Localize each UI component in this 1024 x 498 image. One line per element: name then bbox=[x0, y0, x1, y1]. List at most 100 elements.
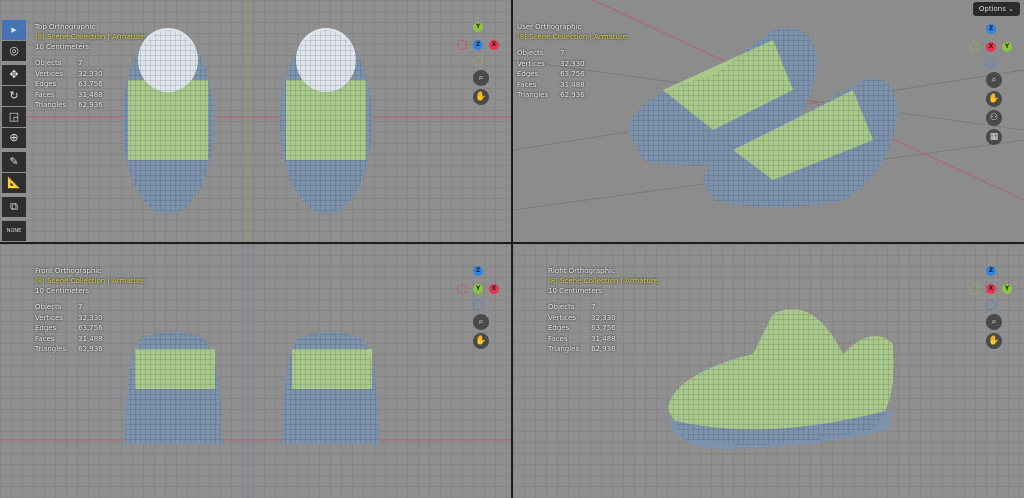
stat-value: 31,488 bbox=[78, 90, 103, 99]
axis-neg-z-icon[interactable] bbox=[986, 300, 996, 310]
axis-neg-z-icon[interactable] bbox=[986, 58, 996, 68]
navigation-gizmo[interactable]: ZXY bbox=[453, 264, 503, 314]
tool-shelf: ▸ ◎ ✥ ↻ ◲ ⊕ ✎ 📐 ⧉ NONE bbox=[2, 20, 26, 242]
stat-label: Faces bbox=[548, 334, 568, 343]
scene-stats: Objects 7 Vertices 32,330 Edges 63,756 Faces 31… bbox=[35, 302, 115, 355]
add-cube-tool[interactable]: ⧉ bbox=[2, 197, 26, 217]
stat-label: Objects bbox=[35, 303, 62, 311]
none-tool[interactable]: NONE bbox=[2, 221, 26, 241]
pan-hand-icon[interactable]: ✋ bbox=[473, 333, 489, 349]
stat-row-objects: Objects 7 bbox=[548, 302, 628, 313]
stat-value: 63,756 bbox=[78, 324, 103, 332]
stat-value: 63,756 bbox=[560, 70, 585, 78]
axis-y-icon[interactable]: Y bbox=[1002, 284, 1012, 294]
axis-z-icon[interactable]: Z bbox=[986, 266, 996, 276]
zoom-icon[interactable]: ⌕ bbox=[473, 70, 489, 86]
collection-label: (8) Scene Collection | Armature bbox=[517, 33, 628, 41]
camera-toggle-icon[interactable]: ⚇ bbox=[986, 110, 1002, 126]
pan-hand-icon[interactable]: ✋ bbox=[473, 89, 489, 105]
collection-label: (8) Scene Collection | Armature bbox=[548, 277, 659, 285]
stat-label: Edges bbox=[548, 324, 570, 332]
stat-label: Objects bbox=[517, 49, 544, 57]
stat-label: Vertices bbox=[35, 69, 63, 78]
stat-row-triangles: Triangles 62,936 bbox=[517, 90, 597, 101]
stat-label: Edges bbox=[517, 70, 539, 78]
viewport-top[interactable]: Top Orthographic (8) Scene Collection | A… bbox=[0, 0, 511, 242]
stat-row-edges: Edges 63,756 bbox=[35, 79, 115, 90]
axis-neg-z-icon[interactable] bbox=[473, 300, 483, 310]
stat-value: 62,936 bbox=[560, 91, 585, 99]
stat-row-vertices: Vertices 32,330 bbox=[517, 59, 597, 70]
stat-row-vertices: Vertices 32,330 bbox=[35, 313, 115, 324]
stat-value: 31,488 bbox=[78, 334, 103, 343]
axis-x-icon[interactable]: X bbox=[986, 284, 996, 294]
stat-value: 32,330 bbox=[591, 313, 616, 322]
stat-row-faces: Faces 31,488 bbox=[548, 334, 628, 345]
stat-value: 62,936 bbox=[78, 345, 103, 353]
stat-label: Objects bbox=[35, 59, 62, 67]
axis-y-icon[interactable]: Y bbox=[473, 22, 483, 32]
grid-toggle-icon[interactable]: ▦ bbox=[986, 129, 1002, 145]
grid-scale: 10 Centimeters bbox=[35, 43, 90, 51]
stat-label: Edges bbox=[35, 80, 57, 88]
transform-tool[interactable]: ⊕ bbox=[2, 128, 26, 148]
viewport-front[interactable]: Front Orthographic (8) Scene Collection |… bbox=[0, 244, 511, 498]
zoom-icon[interactable]: ⌕ bbox=[986, 72, 1002, 88]
stat-row-faces: Faces 31,488 bbox=[35, 334, 115, 345]
move-tool[interactable]: ✥ bbox=[2, 65, 26, 85]
navigation-gizmo[interactable]: YXZ bbox=[453, 20, 503, 70]
scene-stats: Objects 7 Vertices 32,330 Edges 63,756 Faces 31… bbox=[35, 58, 115, 111]
zoom-icon[interactable]: ⌕ bbox=[986, 314, 1002, 330]
stat-value: 63,756 bbox=[591, 324, 616, 332]
measure-tool[interactable]: 📐 bbox=[2, 173, 26, 193]
pan-hand-icon[interactable]: ✋ bbox=[986, 91, 1002, 107]
stat-row-faces: Faces 31,488 bbox=[517, 80, 597, 91]
select-box-tool[interactable]: ▸ bbox=[2, 20, 26, 40]
zoom-icon[interactable]: ⌕ bbox=[473, 314, 489, 330]
axis-neg-x-icon[interactable] bbox=[457, 284, 467, 294]
navigation-gizmo[interactable]: ZYX bbox=[966, 22, 1016, 72]
scene-stats: Objects 7 Vertices 32,330 Edges 63,756 Faces 31… bbox=[517, 48, 597, 101]
stat-value: 7 bbox=[591, 303, 596, 311]
axis-neg-x-icon[interactable] bbox=[457, 40, 467, 50]
stat-label: Triangles bbox=[548, 345, 580, 353]
scale-tool[interactable]: ◲ bbox=[2, 107, 26, 127]
shoe-right-front bbox=[282, 331, 379, 444]
axis-z-icon[interactable]: Z bbox=[473, 40, 483, 50]
view-title: Right Orthographic bbox=[548, 267, 615, 275]
axis-neg-y-icon[interactable] bbox=[970, 42, 980, 52]
viewport-info-overlay: Top Orthographic (8) Scene Collection | A… bbox=[35, 22, 145, 111]
axis-x-icon[interactable]: X bbox=[489, 40, 499, 50]
viewport-user[interactable]: Options ⌄ User Orthographic (8) Scene Col… bbox=[513, 0, 1024, 242]
stat-value: 32,330 bbox=[560, 59, 585, 68]
stat-label: Triangles bbox=[35, 345, 67, 353]
annotate-tool[interactable]: ✎ bbox=[2, 152, 26, 172]
axis-y-icon[interactable]: Y bbox=[473, 284, 483, 294]
navigation-gizmo[interactable]: ZYX bbox=[966, 264, 1016, 314]
stat-label: Edges bbox=[35, 324, 57, 332]
stat-label: Faces bbox=[517, 80, 537, 89]
cursor-tool[interactable]: ◎ bbox=[2, 41, 26, 61]
stat-value: 31,488 bbox=[560, 80, 585, 89]
axis-y-icon[interactable]: Y bbox=[1002, 42, 1012, 52]
stat-label: Vertices bbox=[35, 313, 63, 322]
rotate-tool[interactable]: ↻ bbox=[2, 86, 26, 106]
collection-label: (8) Scene Collection | Armature bbox=[35, 33, 146, 41]
axis-x-icon[interactable]: X bbox=[986, 42, 996, 52]
axis-x-icon[interactable]: X bbox=[489, 284, 499, 294]
options-label: Options bbox=[978, 5, 1006, 13]
stat-label: Triangles bbox=[517, 91, 549, 99]
stat-label: Triangles bbox=[35, 101, 67, 109]
viewport-right[interactable]: Right Orthographic (8) Scene Collection |… bbox=[513, 244, 1024, 498]
options-dropdown[interactable]: Options ⌄ bbox=[972, 2, 1020, 16]
pan-hand-icon[interactable]: ✋ bbox=[986, 333, 1002, 349]
stat-label: Faces bbox=[35, 90, 55, 99]
chevron-down-icon: ⌄ bbox=[1008, 5, 1014, 13]
stat-row-objects: Objects 7 bbox=[517, 48, 597, 59]
axis-z-icon[interactable]: Z bbox=[986, 24, 996, 34]
axis-neg-y-icon[interactable] bbox=[473, 56, 483, 66]
axis-z-icon[interactable]: Z bbox=[473, 266, 483, 276]
stat-value: 7 bbox=[78, 59, 83, 67]
axis-neg-y-icon[interactable] bbox=[970, 284, 980, 294]
stat-label: Vertices bbox=[548, 313, 576, 322]
